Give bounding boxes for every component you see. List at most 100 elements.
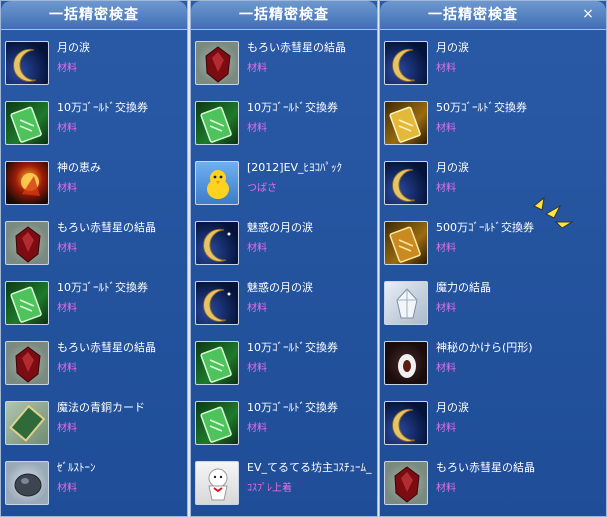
item-name: 10万ｺﾞｰﾙﾄﾞ交換券 (57, 281, 148, 294)
gold-ticket-icon (384, 101, 428, 145)
inspection-panel-1: 一括精密検査 月の涙 材料 10万ｺﾞｰﾙﾄﾞ交換券 材料 神の恵み 材料 もろ… (0, 0, 188, 517)
list-item[interactable]: 10万ｺﾞｰﾙﾄﾞ交換券 材料 (191, 391, 377, 451)
item-name: 10万ｺﾞｰﾙﾄﾞ交換券 (57, 101, 148, 114)
list-item[interactable]: 月の涙 材料 (1, 31, 187, 91)
list-item[interactable]: 月の涙 材料 (380, 31, 606, 91)
item-category: 材料 (436, 63, 456, 74)
item-name: EV_てるてる坊主ｺｽﾁｭｰﾑ_ (247, 461, 372, 474)
item-category: 材料 (436, 123, 456, 134)
list-item[interactable]: EV_てるてる坊主ｺｽﾁｭｰﾑ_ ｺｽﾌﾟﾚ上着 (191, 451, 377, 511)
item-category: 材料 (247, 243, 267, 254)
item-category: 材料 (436, 423, 456, 434)
red-crystal-icon (5, 221, 49, 265)
list-item[interactable]: ｾﾞﾙｽﾄｰﾝ 材料 (1, 451, 187, 511)
red-crystal-icon (195, 41, 239, 85)
red-crystal-icon (5, 341, 49, 385)
list-item[interactable]: もろい赤彗星の結晶 材料 (1, 331, 187, 391)
item-category: 材料 (57, 363, 77, 374)
chick-icon (195, 161, 239, 205)
sparkle-icon (533, 196, 574, 229)
item-category: 材料 (436, 363, 456, 374)
item-name: もろい赤彗星の結晶 (57, 341, 156, 354)
item-category: 材料 (247, 63, 267, 74)
red-crystal-icon (384, 461, 428, 505)
doll-icon (195, 461, 239, 505)
list-item[interactable]: 10万ｺﾞｰﾙﾄﾞ交換券 材料 (1, 91, 187, 151)
item-name: もろい赤彗星の結晶 (247, 41, 346, 54)
panel-title: 一括精密検査 (191, 1, 377, 30)
item-name: もろい赤彗星の結晶 (57, 221, 156, 234)
list-item[interactable]: もろい赤彗星の結晶 材料 (1, 211, 187, 271)
item-category: 材料 (247, 303, 267, 314)
item-name: 500万ｺﾞｰﾙﾄﾞ交換券 (436, 221, 534, 234)
moon-icon (195, 281, 239, 325)
item-category: 材料 (247, 423, 267, 434)
item-category: 材料 (57, 243, 77, 254)
ticket-icon (195, 401, 239, 445)
list-item[interactable]: 月の涙 材料 (380, 391, 606, 451)
item-name: 神秘のかけら(円形) (436, 341, 533, 354)
moon-icon (384, 401, 428, 445)
item-name: 魅惑の月の涙 (247, 281, 313, 294)
item-name: 10万ｺﾞｰﾙﾄﾞ交換券 (247, 101, 338, 114)
item-category: 材料 (57, 183, 77, 194)
item-name: [2012]EV_ﾋﾖｺﾊﾟｯｸ (247, 161, 343, 174)
list-item[interactable]: 魔法の青銅カード 材料 (1, 391, 187, 451)
list-item[interactable]: 10万ｺﾞｰﾙﾄﾞ交換券 材料 (1, 271, 187, 331)
list-item[interactable]: 10万ｺﾞｰﾙﾄﾞ交換券 材料 (191, 91, 377, 151)
list-item[interactable]: 魔力の結晶 材料 (380, 271, 606, 331)
list-item[interactable]: もろい赤彗星の結晶 材料 (380, 451, 606, 511)
item-name: 月の涙 (436, 161, 469, 174)
list-item[interactable]: 魅惑の月の涙 材料 (191, 211, 377, 271)
item-category: 材料 (57, 63, 77, 74)
item-category: つばさ (247, 183, 277, 194)
item-name: 神の恵み (57, 161, 101, 174)
card-icon (5, 401, 49, 445)
crystal-icon (384, 281, 428, 325)
ticket-icon (195, 101, 239, 145)
moon-icon (5, 41, 49, 85)
item-category: 材料 (436, 483, 456, 494)
list-item[interactable]: 神秘のかけら(円形) 材料 (380, 331, 606, 391)
item-name: 月の涙 (57, 41, 90, 54)
fire-orb-icon (5, 161, 49, 205)
list-item[interactable]: 魅惑の月の涙 材料 (191, 271, 377, 331)
item-name: 月の涙 (436, 401, 469, 414)
ticket-icon (5, 101, 49, 145)
item-name: 50万ｺﾞｰﾙﾄﾞ交換券 (436, 101, 527, 114)
item-category: 材料 (57, 303, 77, 314)
item-category: 材料 (436, 183, 456, 194)
moon-icon (195, 221, 239, 265)
inspection-panel-3: 一括精密検査 × 月の涙 材料 50万ｺﾞｰﾙﾄﾞ交換券 材料 月の涙 材料 5… (379, 0, 607, 517)
dark-shard-icon (384, 341, 428, 385)
panel-title: 一括精密検査 (380, 1, 606, 30)
item-category: 材料 (247, 363, 267, 374)
inspection-screen: 一括精密検査 月の涙 材料 10万ｺﾞｰﾙﾄﾞ交換券 材料 神の恵み 材料 もろ… (0, 0, 607, 517)
item-category: 材料 (57, 423, 77, 434)
item-name: 10万ｺﾞｰﾙﾄﾞ交換券 (247, 401, 338, 414)
item-category: 材料 (436, 243, 456, 254)
moon-icon (384, 41, 428, 85)
list-item[interactable]: 神の恵み 材料 (1, 151, 187, 211)
item-name: 魅惑の月の涙 (247, 221, 313, 234)
list-item[interactable]: [2012]EV_ﾋﾖｺﾊﾟｯｸ つばさ (191, 151, 377, 211)
item-category: 材料 (57, 123, 77, 134)
moon-icon (384, 161, 428, 205)
list-item[interactable]: 10万ｺﾞｰﾙﾄﾞ交換券 材料 (191, 331, 377, 391)
panel-title: 一括精密検査 (1, 1, 187, 30)
item-name: 10万ｺﾞｰﾙﾄﾞ交換券 (247, 341, 338, 354)
item-category: 材料 (57, 483, 77, 494)
close-button[interactable]: × (580, 6, 596, 22)
item-name: 魔力の結晶 (436, 281, 491, 294)
inspection-panel-2: 一括精密検査 もろい赤彗星の結晶 材料 10万ｺﾞｰﾙﾄﾞ交換券 材料 [201… (190, 0, 378, 517)
stone-icon (5, 461, 49, 505)
item-category: ｺｽﾌﾟﾚ上着 (247, 483, 292, 494)
gold-ticket-icon (384, 221, 428, 265)
list-item[interactable]: 50万ｺﾞｰﾙﾄﾞ交換券 材料 (380, 91, 606, 151)
ticket-icon (195, 341, 239, 385)
item-name: 月の涙 (436, 41, 469, 54)
list-item[interactable]: もろい赤彗星の結晶 材料 (191, 31, 377, 91)
item-name: 魔法の青銅カード (57, 401, 145, 414)
item-category: 材料 (247, 123, 267, 134)
item-name: ｾﾞﾙｽﾄｰﾝ (57, 461, 96, 474)
